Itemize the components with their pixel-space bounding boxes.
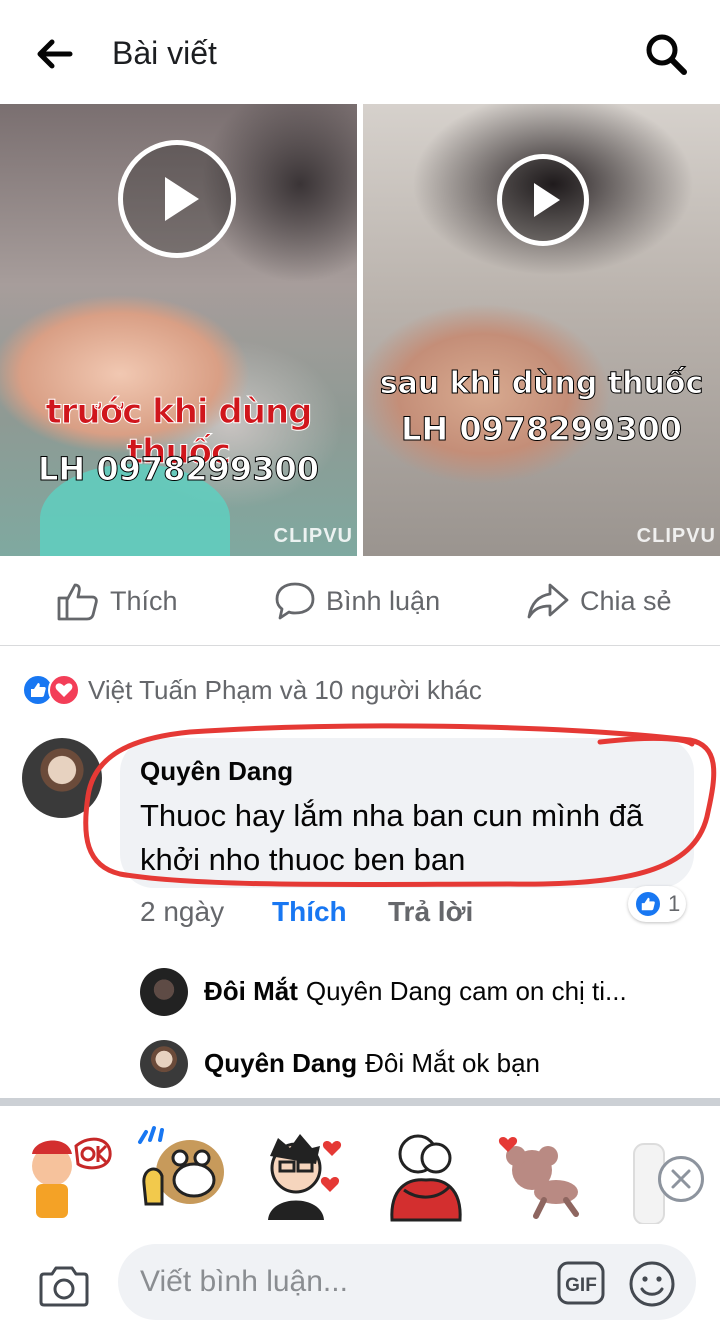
sticker-ok-icon[interactable] <box>20 1124 116 1224</box>
watermark-left: CLIPVU <box>273 525 353 547</box>
sticker-kiss-icon[interactable] <box>256 1124 352 1224</box>
sticker-laughing-dog-icon[interactable] <box>134 1124 230 1224</box>
sticker-hug-icon[interactable] <box>378 1124 474 1224</box>
reply-item[interactable]: Quyên Dang Đôi Mắt ok bạn <box>204 1038 540 1088</box>
comment-reply-action[interactable]: Trả lời <box>388 896 473 936</box>
search-button[interactable] <box>642 30 690 78</box>
share-label: Chia sẻ <box>580 585 672 616</box>
reactions-summary[interactable]: Việt Tuấn Phạm và 10 người khác <box>22 670 482 710</box>
gif-icon[interactable]: GIF <box>556 1260 606 1306</box>
reply-author: Quyên Dang <box>204 1047 358 1078</box>
camera-icon[interactable] <box>38 1260 90 1308</box>
post-media: trước khi dùng thuốc LH 0978299300 CLIPV… <box>0 104 720 556</box>
gif-label: GIF <box>565 1275 597 1296</box>
play-icon <box>165 177 199 221</box>
video-before[interactable]: trước khi dùng thuốc LH 0978299300 CLIPV… <box>0 104 357 556</box>
share-icon <box>527 583 569 619</box>
search-icon <box>646 34 687 75</box>
caption-after: sau khi dùng thuốc <box>379 366 704 402</box>
watermark-right: CLIPVU <box>636 525 716 547</box>
like-button[interactable]: Thích <box>56 578 178 624</box>
close-stickers-button[interactable] <box>658 1156 704 1202</box>
phone-caption-left: LH 0978299300 <box>38 450 320 489</box>
page-title: Bài viết <box>112 35 217 71</box>
comment-like-count[interactable]: 1 <box>628 886 687 922</box>
comment-time: 2 ngày <box>140 896 225 927</box>
reply-text: Đôi Mắt ok bạn <box>365 1047 541 1078</box>
reply-text: Quyên Dang cam on chị ti... <box>305 975 627 1006</box>
video-after[interactable]: sau khi dùng thuốc LH 0978299300 CLIPVU <box>363 104 720 556</box>
reply-item[interactable]: Đôi Mắt Quyên Dang cam on chị ti... <box>204 966 627 1016</box>
comment-text: Thuoc hay lắm nha ban cun mình đã khởi n… <box>140 798 644 877</box>
reactions-text: Việt Tuấn Phạm và 10 người khác <box>88 674 482 705</box>
avatar[interactable] <box>140 968 188 1016</box>
like-label: Thích <box>110 585 178 616</box>
post-actions: Thích Bình luận Chia sẻ <box>0 556 720 646</box>
love-reaction-icon <box>48 674 80 706</box>
back-button[interactable] <box>30 30 78 78</box>
comment-author[interactable]: Quyên Dang <box>140 756 293 787</box>
tray-divider <box>0 1098 720 1106</box>
sticker-tray <box>0 1106 720 1234</box>
comment-like-action[interactable]: Thích <box>272 896 347 936</box>
reply-author: Đôi Mắt <box>204 975 298 1006</box>
share-button[interactable]: Chia sẻ <box>526 578 672 624</box>
comment-button[interactable]: Bình luận <box>274 578 440 624</box>
close-icon <box>671 1169 691 1189</box>
comment-icon <box>275 582 315 620</box>
comment-composer: GIF <box>0 1234 720 1328</box>
arrow-left-icon <box>37 39 73 69</box>
like-reaction-icon <box>634 890 662 918</box>
top-bar: Bài viết <box>0 0 720 104</box>
play-icon <box>534 183 560 217</box>
like-count-value: 1 <box>668 891 681 916</box>
comment-bubble: Quyên Dang Thuoc hay lắm nha ban cun mìn… <box>120 738 694 888</box>
play-button-left[interactable] <box>118 140 236 258</box>
comment-label: Bình luận <box>326 585 441 616</box>
play-button-right[interactable] <box>497 154 589 246</box>
sticker-koala-icon[interactable] <box>492 1124 588 1224</box>
comment-input[interactable] <box>118 1244 696 1320</box>
avatar[interactable] <box>22 738 102 818</box>
emoji-icon[interactable] <box>628 1260 676 1308</box>
avatar[interactable] <box>140 1040 188 1088</box>
thumbs-up-icon <box>57 583 98 621</box>
phone-caption-right: LH 0978299300 <box>401 410 683 449</box>
